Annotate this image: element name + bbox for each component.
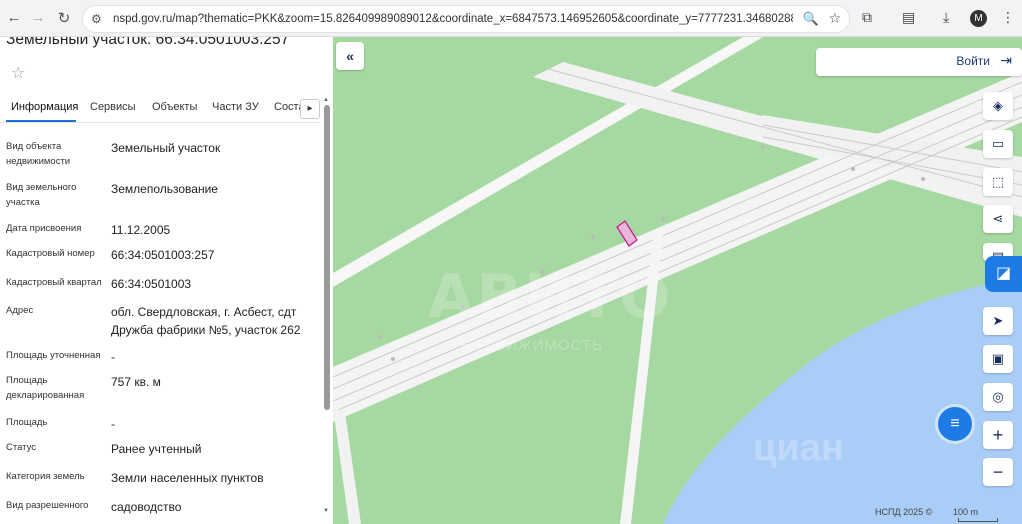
tabs-scroll-right-button[interactable]: ▸ (300, 99, 320, 119)
url-text[interactable]: nspd.gov.ru/map?thematic=PKK&zoom=15.826… (113, 13, 793, 25)
extensions-icon[interactable]: ⧉ (862, 9, 872, 26)
tab-services[interactable]: Сервисы (90, 101, 136, 113)
watermark-avito: АВИТО (428, 262, 673, 332)
attr-value: Земли населенных пунктов (111, 471, 264, 485)
attr-value: - (111, 350, 115, 364)
page-title: Земельный участок: 66:34:0501003:257 (6, 37, 290, 48)
watermark-avito-sub: НЕДВИЖИМОСТЬ (461, 337, 603, 354)
attr-label: Вид объекта недвижимости (6, 141, 71, 167)
attr-value: Землепользование (111, 182, 218, 196)
zoom-out-button[interactable]: − (983, 458, 1013, 486)
panel-scrollbar[interactable]: ▲ ▼ (323, 97, 331, 523)
select-area-button[interactable]: ⬚ (983, 168, 1013, 196)
forward-icon[interactable]: → (28, 9, 48, 26)
attr-label: Площадь уточненная (6, 350, 101, 361)
location-search-button[interactable]: ◎ (983, 383, 1013, 411)
login-label: Войти (956, 54, 990, 68)
profile-avatar[interactable]: M (970, 10, 987, 27)
minus-icon: − (992, 462, 1004, 482)
scale-bar (958, 518, 998, 522)
login-icon: ⇥ (1000, 52, 1012, 68)
select-area-icon: ⬚ (991, 174, 1005, 189)
back-icon[interactable]: ← (4, 9, 24, 26)
picture-in-picture-icon: ▣ (991, 351, 1005, 366)
attr-label: Адрес (6, 305, 34, 316)
collapse-panel-button[interactable]: « (336, 42, 364, 70)
navigation-arrow-icon: ➤ (992, 313, 1004, 328)
attr-value: садоводство (111, 500, 182, 514)
attr-label: Кадастровый квартал (6, 277, 102, 288)
login-button[interactable]: Войти ⇥ (816, 48, 1022, 76)
scale-label: 100 m (953, 507, 979, 517)
attr-value: обл. Свердловская, г. Асбест, сдт Дружба… (111, 305, 301, 337)
tab-info[interactable]: Информация (11, 101, 78, 113)
tab-parts[interactable]: Части ЗУ (212, 101, 259, 113)
attr-value: Ранее учтенный (111, 442, 202, 456)
share-button[interactable]: ⋖ (983, 205, 1013, 233)
geolocation-button[interactable]: ➤ (983, 307, 1013, 335)
chat-button[interactable]: ≡ (935, 404, 975, 444)
scroll-thumb[interactable] (324, 105, 330, 410)
attr-label: Категория земель (6, 471, 85, 482)
attr-value: 11.12.2005 (111, 223, 171, 237)
address-bar[interactable]: ⚙ nspd.gov.ru/map?thematic=PKK&zoom=15.8… (82, 5, 850, 33)
tab-objects[interactable]: Объекты (152, 101, 197, 113)
watermark-cian: циан (753, 427, 844, 469)
picture-in-picture-button[interactable]: ▣ (983, 345, 1013, 373)
scroll-up-icon[interactable]: ▲ (323, 97, 329, 103)
reload-icon[interactable]: ↻ (54, 9, 74, 27)
widget-icon: ◪ (995, 265, 1012, 282)
map-attribution: НСПД 2025 © (875, 507, 933, 517)
layers-icon: ◈ (993, 98, 1003, 113)
browser-toolbar: ← → ↻ ⚙ nspd.gov.ru/map?thematic=PKK&zoo… (0, 0, 1022, 37)
zoom-icon[interactable]: 🔍 (803, 11, 819, 27)
zoom-in-button[interactable]: + (983, 421, 1013, 449)
reading-list-icon[interactable]: ▤ (902, 9, 915, 26)
map-pin-icon: ◎ (992, 389, 1004, 404)
attr-value: 66:34:0501003 (111, 277, 192, 291)
attr-value: 757 кв. м (111, 375, 161, 389)
map-canvas[interactable]: АВИТО НЕДВИЖИМОСТЬ циан « Войти ⇥ ◈ ▭ ⬚ … (333, 37, 1022, 524)
attr-label: Площадь декларированная (6, 375, 85, 401)
bookmark-star-icon[interactable]: ☆ (828, 10, 841, 27)
share-icon: ⋖ (992, 211, 1004, 226)
attr-label: Вид разрешенного (6, 500, 89, 511)
ruler-button[interactable]: ▭ (983, 130, 1013, 158)
attr-value: Земельный участок (111, 141, 221, 155)
attr-label: Кадастровый номер (6, 248, 95, 259)
attr-label: Статус (6, 442, 37, 453)
object-info-panel: Земельный участок: 66:34:0501003:257 ☆ И… (0, 37, 333, 524)
attr-value: 66:34:0501003:257 (111, 248, 215, 262)
scroll-down-icon[interactable]: ▼ (323, 508, 329, 514)
attr-label: Дата присвоения (6, 223, 82, 234)
chat-icon: ≡ (950, 415, 960, 432)
site-info-icon[interactable]: ⚙ (91, 12, 102, 26)
layers-button[interactable]: ◈ (983, 92, 1013, 120)
menu-kebab-icon[interactable]: ⋮ (1001, 9, 1015, 26)
favorite-star-icon[interactable]: ☆ (11, 63, 25, 83)
attr-label: Вид земельного участка (6, 182, 77, 208)
tabs-bar: Информация Сервисы Объекты Части ЗУ Сост… (0, 95, 333, 123)
widget-tab-button[interactable]: ◪ (985, 256, 1022, 292)
tabs-divider (0, 122, 320, 123)
ruler-icon: ▭ (991, 136, 1005, 151)
attr-label: Площадь (6, 417, 48, 428)
download-icon[interactable]: ⤓ (943, 9, 949, 26)
attr-value: - (111, 417, 115, 431)
plus-icon: + (992, 425, 1004, 445)
